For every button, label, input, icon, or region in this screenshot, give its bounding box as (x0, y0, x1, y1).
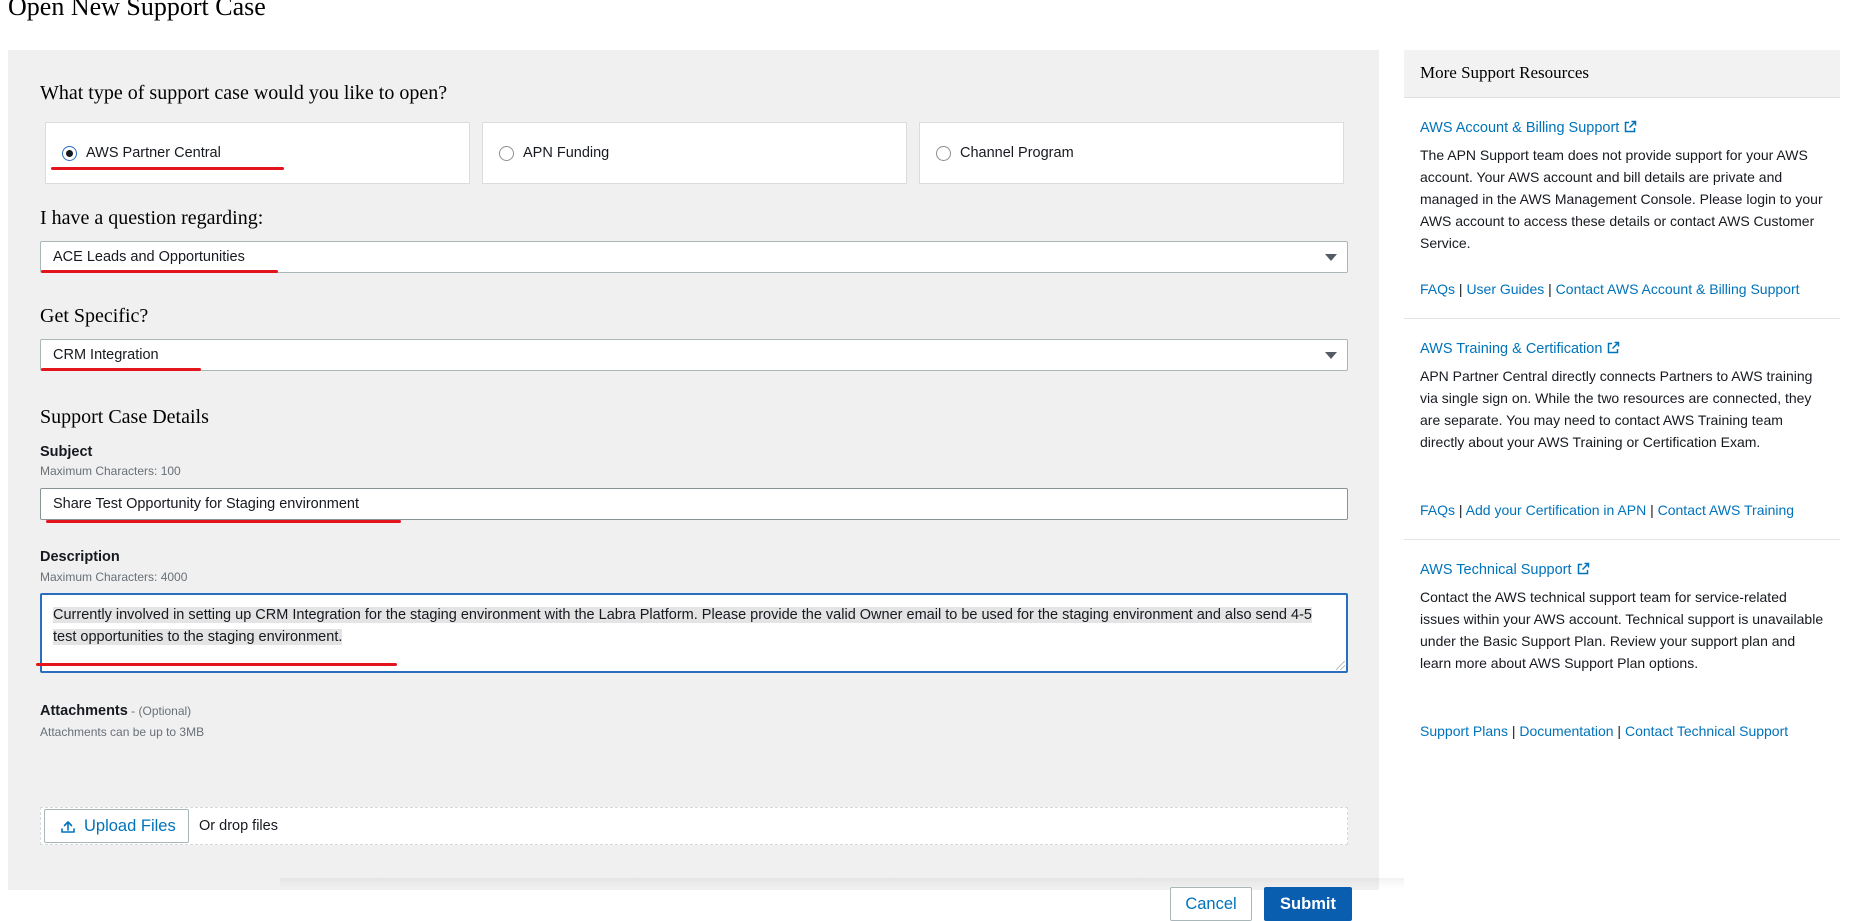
radio-card-apn-funding[interactable]: APN Funding (482, 122, 907, 184)
documentation-link[interactable]: Documentation (1519, 723, 1613, 739)
upload-files-button[interactable]: Upload Files (44, 809, 189, 843)
file-drop-zone[interactable]: Upload Files Or drop files (40, 807, 1348, 845)
external-link-icon (1625, 120, 1637, 133)
description-hint: Maximum Characters: 4000 (40, 570, 188, 584)
attachments-optional: - (Optional) (127, 704, 192, 718)
description-text: Currently involved in setting up CRM Int… (53, 604, 1323, 648)
radio-card-channel-program[interactable]: Channel Program (919, 122, 1344, 184)
link-separator: | (1455, 281, 1467, 297)
attachments-label-text: Attachments (40, 703, 128, 719)
subject-hint: Maximum Characters: 100 (40, 464, 181, 478)
case-type-heading: What type of support case would you like… (40, 82, 448, 104)
annotation-underline (41, 368, 201, 371)
attachments-hint: Attachments can be up to 3MB (40, 725, 205, 739)
question-select[interactable]: ACE Leads and Opportunities (40, 241, 1348, 273)
divider (1404, 539, 1840, 540)
bottom-shadow (280, 878, 1540, 888)
training-certification-links: FAQs | Add your Certification in APN | C… (1420, 502, 1794, 518)
add-certification-link[interactable]: Add your Certification in APN (1466, 502, 1647, 518)
training-certification-description: APN Partner Central directly connects Pa… (1420, 368, 1813, 450)
question-heading: I have a question regarding: (40, 207, 264, 229)
upload-icon (61, 821, 75, 833)
billing-support-links: FAQs | User Guides | Contact AWS Account… (1420, 281, 1800, 297)
billing-support-link[interactable]: AWS Account & Billing Support (1420, 120, 1637, 136)
support-case-form: What type of support case would you like… (8, 50, 1379, 921)
technical-support-title: AWS Technical Support (1420, 562, 1572, 578)
technical-support-description: Contact the AWS technical support team f… (1420, 589, 1824, 671)
billing-support-title: AWS Account & Billing Support (1420, 120, 1620, 136)
radio-button[interactable] (936, 146, 951, 161)
user-guides-link[interactable]: User Guides (1466, 281, 1544, 297)
billing-support-description: The APN Support team does not provide su… (1420, 147, 1823, 251)
specific-select[interactable]: CRM Integration (40, 339, 1348, 371)
sidebar-title: More Support Resources (1420, 63, 1590, 82)
annotation-underline (41, 270, 278, 273)
annotation-underline (46, 520, 401, 523)
external-link-icon (1577, 562, 1589, 575)
specific-select-value: CRM Integration (53, 347, 159, 363)
caret-down-icon (1325, 352, 1337, 359)
link-separator: | (1646, 502, 1658, 518)
link-separator: | (1544, 281, 1556, 297)
cancel-button[interactable]: Cancel (1170, 887, 1252, 921)
divider (1404, 318, 1840, 319)
drop-files-text: Or drop files (199, 818, 278, 834)
radio-card-partner-central[interactable]: AWS Partner Central (45, 122, 470, 184)
radio-label: APN Funding (523, 145, 610, 161)
support-plans-link[interactable]: Support Plans (1420, 723, 1508, 739)
upload-files-label: Upload Files (84, 817, 176, 835)
description-selected-text: Currently involved in setting up CRM Int… (53, 607, 1312, 645)
description-textarea[interactable]: Currently involved in setting up CRM Int… (40, 593, 1348, 673)
submit-button[interactable]: Submit (1264, 887, 1352, 921)
page-title: Open New Support Case (8, 0, 266, 21)
radio-button[interactable] (499, 146, 514, 161)
attachments-label: Attachments - (Optional) (40, 703, 191, 719)
training-certification-title: AWS Training & Certification (1420, 341, 1603, 357)
contact-technical-support-link[interactable]: Contact Technical Support (1625, 723, 1788, 739)
link-separator: | (1507, 723, 1520, 739)
radio-label: AWS Partner Central (86, 145, 221, 161)
question-select-value: ACE Leads and Opportunities (53, 249, 245, 265)
external-link-icon (1608, 341, 1620, 354)
contact-training-link[interactable]: Contact AWS Training (1658, 502, 1794, 518)
contact-billing-support-link[interactable]: Contact AWS Account & Billing Support (1556, 281, 1800, 297)
radio-button-checked[interactable] (62, 146, 77, 161)
caret-down-icon (1325, 254, 1337, 261)
annotation-underline (36, 663, 397, 666)
details-heading: Support Case Details (40, 406, 209, 428)
specific-heading: Get Specific? (40, 305, 149, 327)
annotation-underline (51, 167, 284, 170)
description-label: Description (40, 549, 120, 565)
link-separator: | (1455, 502, 1466, 518)
faqs-link[interactable]: FAQs (1420, 502, 1455, 518)
technical-support-links: Support Plans | Documentation | Contact … (1420, 723, 1788, 739)
support-resources-sidebar: More Support Resources AWS Account & Bil… (1404, 50, 1840, 890)
sidebar-header: More Support Resources (1404, 50, 1840, 98)
subject-input[interactable]: Share Test Opportunity for Staging envir… (40, 488, 1348, 520)
resize-grip-icon[interactable] (1336, 661, 1345, 670)
link-separator: | (1613, 723, 1625, 739)
training-certification-link[interactable]: AWS Training & Certification (1420, 341, 1620, 357)
subject-label: Subject (40, 444, 93, 460)
technical-support-link[interactable]: AWS Technical Support (1420, 562, 1590, 578)
subject-input-value: Share Test Opportunity for Staging envir… (53, 496, 360, 512)
radio-label: Channel Program (960, 145, 1074, 161)
faqs-link[interactable]: FAQs (1420, 281, 1455, 297)
